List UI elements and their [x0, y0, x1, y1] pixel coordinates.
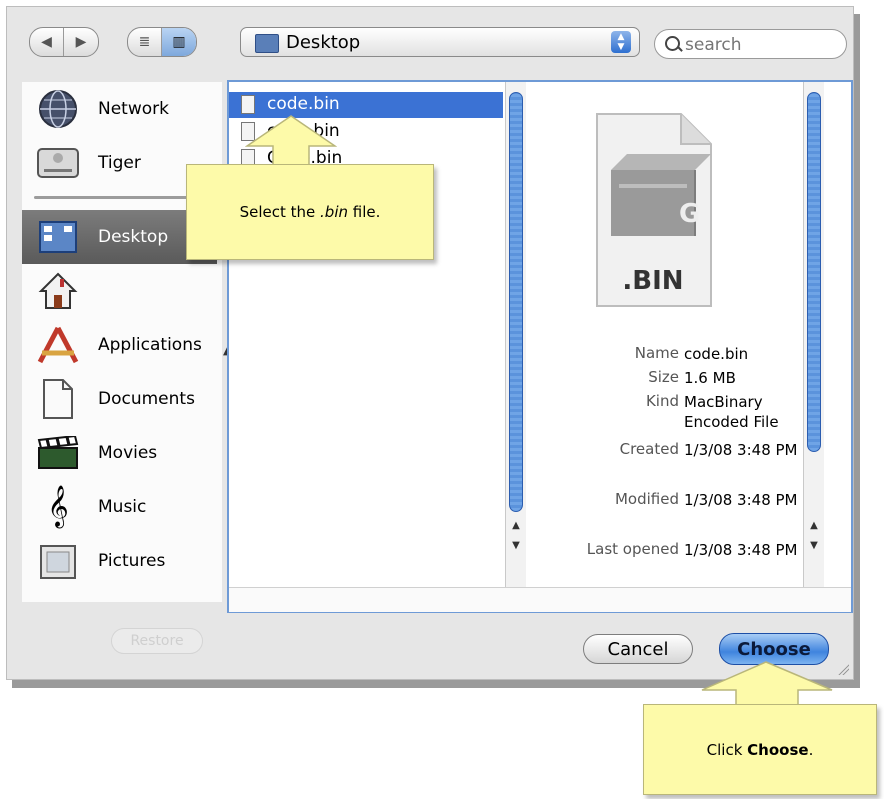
preview-scrollbar[interactable]: ▲ ▼ [803, 82, 824, 587]
info-key: Name [634, 344, 679, 362]
location-popup[interactable]: Desktop ▲ ▼ [240, 27, 640, 57]
sidebar-item-label: Desktop [98, 227, 169, 247]
callout-arrow-choose [701, 661, 833, 708]
info-value: 1/3/08 3:48 PM [684, 541, 798, 559]
info-value: code.bin [684, 345, 749, 363]
sidebar-item-music[interactable]: 𝄞 Music [22, 480, 217, 534]
movies-clapper-icon [36, 431, 80, 475]
sidebar: Network Tiger Desktop Applications Docum… [22, 82, 231, 602]
callout-select-file: Select the .bin file. [186, 164, 434, 260]
sidebar-item-label: Movies [98, 443, 158, 463]
info-key: Size [648, 368, 679, 386]
search-icon [665, 36, 680, 51]
extension-label: .BIN [622, 266, 684, 296]
file-name: code.bin [267, 94, 340, 114]
view-switcher: ≣ ▥ [127, 27, 197, 57]
info-key: Kind [645, 392, 679, 410]
callout-click-choose: Click Choose. [643, 704, 877, 795]
info-value: 1/3/08 3:48 PM [684, 491, 798, 509]
sidebar-item-label: Music [98, 497, 147, 517]
location-label: Desktop [286, 32, 361, 53]
sidebar-item-label: Tiger [98, 153, 141, 173]
sidebar-item-pictures[interactable]: Pictures [22, 534, 217, 588]
callout-text: Click Choose. [706, 740, 814, 759]
scrollbar-thumb[interactable] [509, 92, 523, 512]
info-value: 1.6 MB [684, 369, 736, 387]
svg-text:G: G [679, 199, 700, 229]
sidebar-item-home[interactable] [22, 264, 217, 318]
sidebar-item-documents[interactable]: Documents [22, 372, 217, 426]
desktop-folder-icon [255, 34, 279, 53]
popup-arrows-icon: ▲ ▼ [611, 31, 631, 53]
sidebar-item-label: Pictures [98, 551, 166, 571]
document-icon [241, 95, 255, 114]
preview-pane: G .BIN Name code.bin Size 1.6 MB Kind Ma… [529, 82, 805, 587]
sidebar-item-movies[interactable]: Movies [22, 426, 217, 480]
sidebar-item-applications[interactable]: Applications [22, 318, 217, 372]
resize-grip-icon[interactable] [837, 663, 849, 675]
horizontal-scrollbar[interactable] [229, 587, 851, 612]
forward-arrow-icon[interactable]: ▶ [64, 28, 98, 56]
open-dialog: ◀ ▶ ≣ ▥ Desktop ▲▼ Network Tiger [6, 6, 854, 680]
cancel-button[interactable]: Cancel [583, 634, 693, 664]
callout-arrow-select [245, 115, 337, 170]
info-key: Last opened [586, 540, 679, 558]
sidebar-item-network[interactable]: Network [22, 82, 217, 136]
applications-icon [36, 323, 80, 367]
column-view-icon[interactable]: ▥ [162, 28, 196, 56]
network-globe-icon [36, 87, 80, 131]
list-view-icon[interactable]: ≣ [128, 28, 162, 56]
back-arrow-icon[interactable]: ◀ [30, 28, 64, 56]
desktop-icon [36, 215, 80, 259]
info-value: MacBinary Encoded File [684, 393, 779, 431]
search-field[interactable] [654, 29, 847, 59]
info-key: Created [619, 440, 679, 458]
scroll-down-arrow-icon[interactable]: ▼ [506, 540, 526, 551]
music-clef-icon: 𝄞 [47, 486, 69, 527]
sidebar-item-label: Documents [98, 389, 195, 409]
file-column-scrollbar[interactable]: ▲ ▼ [505, 82, 526, 587]
sidebar-item-label: Network [98, 99, 169, 119]
nav-buttons: ◀ ▶ [29, 27, 99, 57]
search-input[interactable] [683, 33, 837, 57]
scroll-up-arrow-icon[interactable]: ▲ [506, 520, 526, 531]
hard-disk-icon [36, 141, 80, 185]
info-value: 1/3/08 3:48 PM [684, 441, 798, 459]
scroll-down-arrow-icon[interactable]: ▼ [804, 540, 824, 551]
documents-icon [36, 377, 80, 421]
scrollbar-thumb[interactable] [807, 92, 821, 452]
restore-button: Restore [111, 628, 203, 654]
pictures-frame-icon [36, 539, 80, 583]
sidebar-item-label: Applications [98, 335, 202, 355]
home-icon [36, 269, 80, 313]
info-key: Modified [614, 490, 679, 508]
scroll-up-arrow-icon[interactable]: ▲ [804, 520, 824, 531]
callout-text: Select the .bin file. [239, 203, 381, 221]
